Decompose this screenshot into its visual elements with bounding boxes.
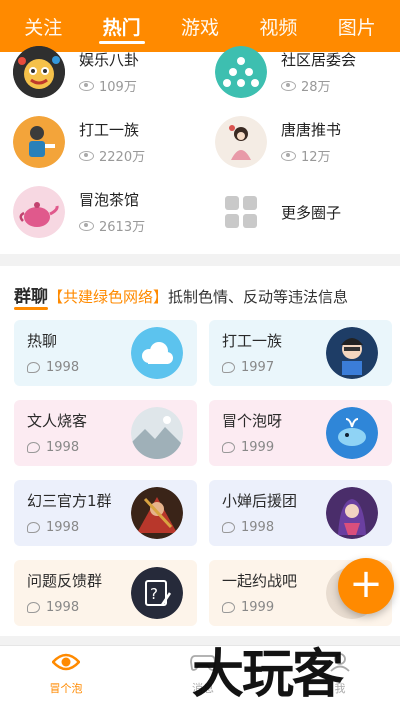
circle-item-books[interactable]: 唐唐推书 12万: [215, 116, 341, 168]
group-member-count: 1999: [241, 440, 275, 455]
community-avatar-icon: [215, 46, 267, 98]
chat-icon: [27, 442, 40, 453]
circle-name: 娱乐八卦: [79, 51, 140, 69]
circle-item-gossip[interactable]: 娱乐八卦 109万: [13, 46, 139, 98]
more-circles-label: 更多圈子: [281, 203, 342, 222]
circle-name: 冒泡茶馆: [79, 191, 140, 209]
group-name: 热聊: [27, 332, 58, 350]
tab-follow[interactable]: 关注: [24, 0, 62, 52]
plus-icon: +: [349, 561, 383, 607]
group-member-count: 1997: [241, 360, 275, 375]
circle-views: 12万: [301, 150, 331, 165]
tab-pictures[interactable]: 图片: [338, 0, 376, 52]
winter-landscape-avatar-icon: [131, 407, 183, 459]
eye-icon: [79, 80, 94, 91]
group-name: 一起约战吧: [222, 572, 298, 590]
group-chat-title: 群聊: [14, 287, 48, 307]
nav-label: 冒个泡: [49, 682, 83, 695]
circle-name: 打工一族: [79, 121, 140, 139]
chat-icon: [222, 442, 235, 453]
circle-name: 唐唐推书: [281, 121, 342, 139]
nav-bubble[interactable]: 冒个泡: [26, 652, 106, 696]
more-circles-button[interactable]: 更多圈子: [215, 196, 341, 228]
group-name: 打工一族: [222, 332, 283, 350]
tab-videos[interactable]: 视频: [259, 0, 297, 52]
group-member-count: 1998: [46, 600, 80, 615]
green-network-tag: 【共建绿色网络】: [48, 288, 169, 306]
top-tab-bar: 关注 热门 游戏 视频 图片: [0, 0, 400, 52]
svg-text:?: ?: [150, 585, 158, 603]
group-name: 冒个泡呀: [222, 412, 283, 430]
tab-games[interactable]: 游戏: [181, 0, 219, 52]
group-card-hot-chat[interactable]: 热聊 1998: [14, 320, 197, 386]
group-card-literati[interactable]: 文人烧客 1998: [14, 400, 197, 466]
group-chat-notice: 抵制色情、反动等违法信息: [168, 288, 349, 306]
book-avatar-icon: [215, 116, 267, 168]
circle-views: 28万: [301, 80, 331, 95]
group-card-feedback[interactable]: 问题反馈群 1998 ?: [14, 560, 197, 626]
eye-icon: [281, 150, 296, 161]
group-member-count: 1998: [46, 440, 80, 455]
chat-icon: [27, 362, 40, 373]
chat-icon: [222, 522, 235, 533]
warrior-avatar-icon: [131, 487, 183, 539]
heroine-avatar-icon: [326, 487, 378, 539]
chat-icon: [222, 362, 235, 373]
group-name: 小婵后援团: [222, 492, 298, 510]
group-name: 问题反馈群: [27, 572, 103, 590]
cloud-avatar-icon: [131, 327, 183, 379]
grid-icon: [225, 196, 257, 228]
eye-icon: [281, 80, 296, 91]
worker-avatar-icon: [13, 116, 65, 168]
eye-icon: [79, 150, 94, 161]
gossip-avatar-icon: [13, 46, 65, 98]
create-post-button[interactable]: +: [338, 558, 394, 614]
character-avatar-icon: [326, 327, 378, 379]
group-member-count: 1998: [241, 520, 275, 535]
teapot-avatar-icon: [13, 186, 65, 238]
eye-nav-icon: [51, 653, 81, 671]
tab-hot[interactable]: 热门: [98, 0, 145, 52]
group-member-count: 1998: [46, 360, 80, 375]
circle-views: 109万: [99, 80, 137, 95]
circle-name: 社区居委会: [281, 51, 357, 69]
group-card-official[interactable]: 幻三官方1群 1998: [14, 480, 197, 546]
chat-icon: [27, 602, 40, 613]
chat-icon: [27, 522, 40, 533]
group-member-count: 1999: [241, 600, 275, 615]
whale-avatar-icon: [326, 407, 378, 459]
group-card-workers[interactable]: 打工一族 1997: [209, 320, 392, 386]
watermark-text: 大玩客: [192, 645, 344, 701]
group-name: 文人烧客: [27, 412, 88, 430]
circles-section: 娱乐八卦 109万 社区居委会 28万 打工一族 2220万 唐唐推书 12万 …: [0, 46, 400, 254]
group-card-bubble[interactable]: 冒个泡呀 1999: [209, 400, 392, 466]
group-name: 幻三官方1群: [27, 492, 112, 510]
group-card-fanclub[interactable]: 小婵后援团 1998: [209, 480, 392, 546]
eye-icon: [79, 220, 94, 231]
chat-icon: [222, 602, 235, 613]
group-chat-header: 群聊【共建绿色网络】抵制色情、反动等违法信息: [14, 282, 348, 307]
circle-views: 2220万: [99, 150, 146, 165]
feedback-avatar-icon: ?: [131, 567, 183, 619]
circle-views: 2613万: [99, 220, 146, 235]
group-member-count: 1998: [46, 520, 80, 535]
circle-item-workers[interactable]: 打工一族 2220万: [13, 116, 145, 168]
circle-item-teahouse[interactable]: 冒泡茶馆 2613万: [13, 186, 145, 238]
circle-item-community[interactable]: 社区居委会 28万: [215, 46, 356, 98]
